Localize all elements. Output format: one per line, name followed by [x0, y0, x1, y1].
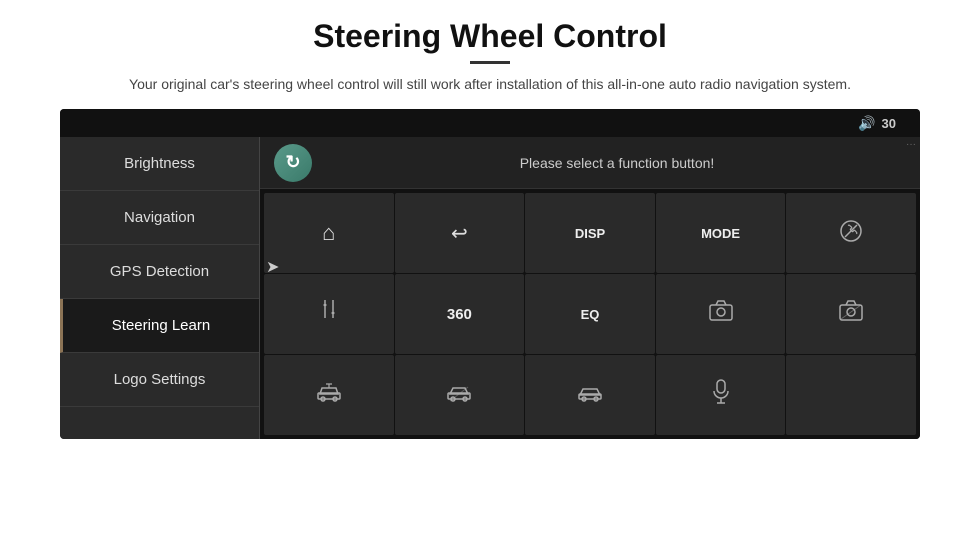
title-divider — [470, 61, 510, 64]
sidebar-gps-label: GPS Detection — [110, 263, 209, 280]
sidebar-steering-label: Steering Learn — [112, 317, 210, 334]
volume-number: 30 — [882, 116, 896, 131]
top-bar: 🔊 30 — [60, 109, 920, 137]
tune-icon — [316, 298, 342, 330]
device-screen: 🔊 30 Brightness Navigation GPS Detection… — [60, 109, 920, 439]
360-label: 360 — [447, 306, 472, 323]
corner-dots: ··· — [906, 139, 916, 150]
back-button[interactable]: ↩ — [395, 193, 525, 273]
right-panel: ↻ Please select a function button! ··· ⌂… — [260, 137, 920, 439]
disp-button[interactable]: DISP — [525, 193, 655, 273]
camera1-button[interactable] — [656, 274, 786, 354]
nophone-button[interactable] — [786, 193, 916, 273]
sidebar: Brightness Navigation GPS Detection Stee… — [60, 137, 260, 439]
mic-button[interactable] — [656, 355, 786, 435]
eq-button[interactable]: EQ — [525, 274, 655, 354]
sidebar-item-steering-learn[interactable]: Steering Learn — [60, 299, 259, 353]
car3-button[interactable] — [525, 355, 655, 435]
360-button[interactable]: 360 — [395, 274, 525, 354]
empty-button — [786, 355, 916, 435]
sidebar-brightness-label: Brightness — [124, 155, 195, 172]
mode-label: MODE — [701, 226, 740, 241]
refresh-button[interactable]: ↻ — [274, 144, 312, 182]
mic-icon — [711, 379, 731, 411]
camera1-icon — [708, 300, 734, 328]
volume-icon: 🔊 — [858, 115, 875, 132]
refresh-icon: ↻ — [285, 152, 300, 173]
car1-icon — [316, 382, 342, 408]
function-bar: ↻ Please select a function button! ··· — [260, 137, 920, 189]
camera2-icon — [838, 300, 864, 328]
mode-button[interactable]: MODE — [656, 193, 786, 273]
sidebar-item-brightness[interactable]: Brightness — [60, 137, 259, 191]
tune-button[interactable] — [264, 274, 394, 354]
page-subtitle: Your original car's steering wheel contr… — [129, 74, 851, 95]
button-grid: ⌂ ↩ DISP MODE — [260, 189, 920, 439]
page-wrapper: Steering Wheel Control Your original car… — [0, 0, 980, 544]
sidebar-item-navigation[interactable]: Navigation — [60, 191, 259, 245]
sidebar-logo-label: Logo Settings — [114, 371, 206, 388]
sidebar-navigation-label: Navigation — [124, 209, 195, 226]
home-icon: ⌂ — [322, 220, 335, 246]
car2-button[interactable] — [395, 355, 525, 435]
nophone-icon — [839, 219, 863, 248]
disp-label: DISP — [575, 226, 605, 241]
function-prompt: Please select a function button! — [328, 155, 906, 171]
eq-label: EQ — [581, 307, 600, 322]
main-content: Brightness Navigation GPS Detection Stee… — [60, 137, 920, 439]
page-title: Steering Wheel Control — [313, 18, 667, 55]
back-icon: ↩ — [451, 221, 468, 246]
car3-icon — [577, 382, 603, 408]
sidebar-item-gps-detection[interactable]: GPS Detection — [60, 245, 259, 299]
camera2-button[interactable] — [786, 274, 916, 354]
sidebar-item-logo-settings[interactable]: Logo Settings — [60, 353, 259, 407]
car1-button[interactable] — [264, 355, 394, 435]
car2-icon — [446, 382, 472, 408]
home-button[interactable]: ⌂ — [264, 193, 394, 273]
